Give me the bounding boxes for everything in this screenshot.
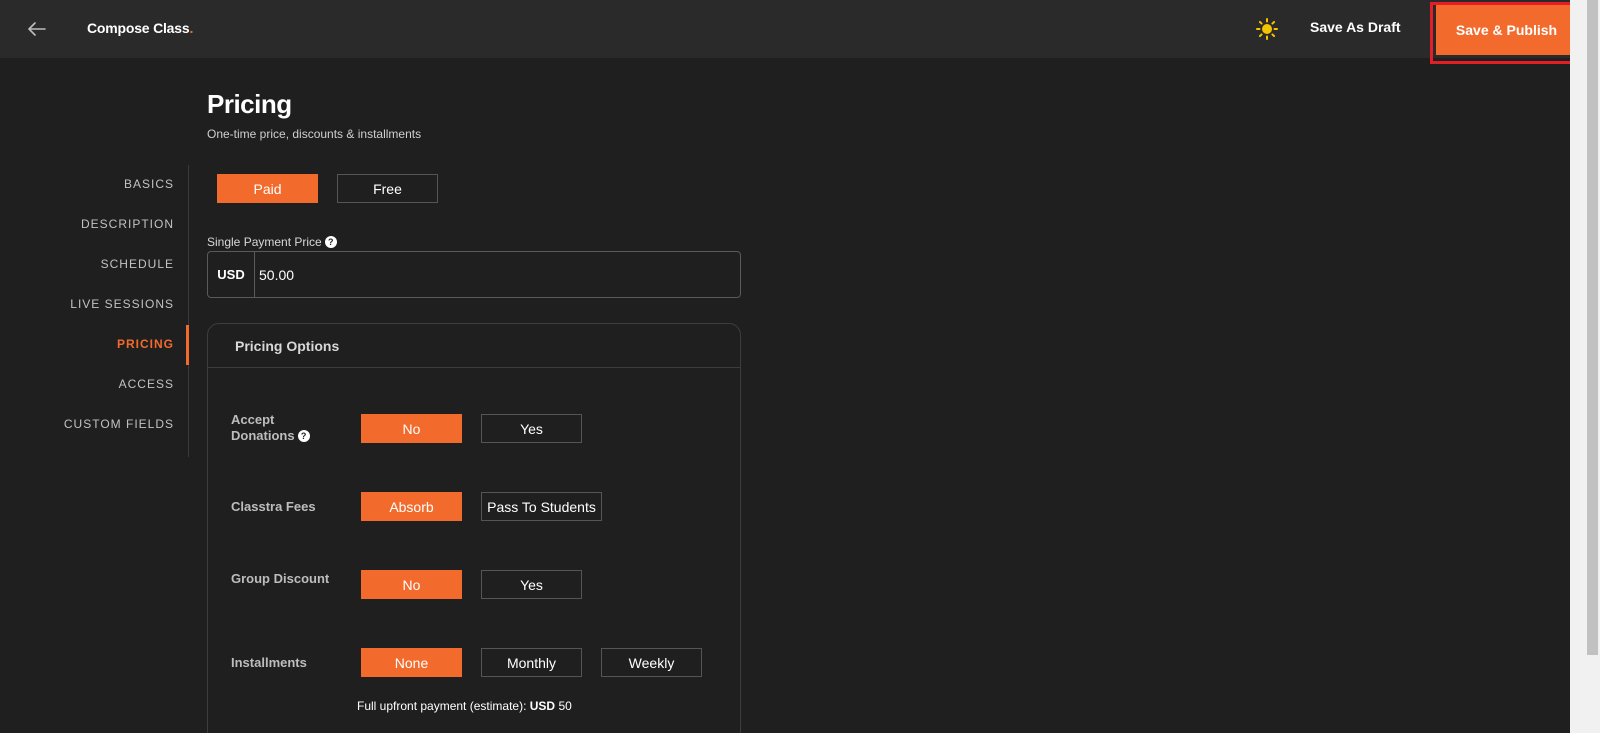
group-discount-no-button[interactable]: No: [361, 570, 462, 599]
donations-no-button[interactable]: No: [361, 414, 462, 443]
estimate-prefix: Full upfront payment (estimate):: [357, 699, 527, 713]
free-button[interactable]: Free: [337, 174, 438, 203]
price-label: Single Payment Price ?: [207, 235, 337, 249]
top-bar: Compose Class. Save As Draft: [0, 0, 1570, 58]
page-subtitle: One-time price, discounts & installments: [207, 127, 422, 141]
installments-label: Installments: [231, 655, 307, 670]
app-title-text: Compose Class: [87, 20, 190, 36]
group-discount-label: Group Discount: [231, 571, 330, 586]
sun-icon: [1256, 18, 1278, 40]
help-icon[interactable]: ?: [324, 236, 337, 248]
donations-label: Accept Donations ?: [231, 412, 310, 444]
nav-item-custom-fields[interactable]: CUSTOM FIELDS: [64, 417, 174, 431]
price-field: USD: [207, 251, 741, 298]
save-publish-button[interactable]: Save & Publish: [1436, 5, 1577, 55]
nav-item-live-sessions[interactable]: LIVE SESSIONS: [70, 297, 174, 311]
installments-none-button[interactable]: None: [361, 648, 462, 677]
donations-label-line2-row: Donations ?: [231, 428, 310, 444]
nav-item-schedule[interactable]: SCHEDULE: [101, 257, 174, 271]
group-discount-yes-button[interactable]: Yes: [481, 570, 582, 599]
fees-label: Classtra Fees: [231, 499, 316, 514]
installments-monthly-button[interactable]: Monthly: [481, 648, 582, 677]
payment-estimate: Full upfront payment (estimate): USD 50: [357, 699, 572, 713]
nav-item-basics[interactable]: BASICS: [124, 177, 174, 191]
section-nav: BASICS DESCRIPTION SCHEDULE LIVE SESSION…: [0, 165, 189, 457]
price-label-text: Single Payment Price: [207, 235, 322, 249]
nav-active-indicator: [186, 325, 189, 365]
donations-label-line1: Accept: [231, 412, 275, 427]
estimate-currency: USD: [529, 699, 556, 713]
pricing-options-header: Pricing Options: [208, 324, 740, 368]
paid-button[interactable]: Paid: [217, 174, 318, 203]
nav-item-description[interactable]: DESCRIPTION: [81, 217, 174, 231]
absorb-fees-button[interactable]: Absorb: [361, 492, 462, 521]
save-draft-button[interactable]: Save As Draft: [1310, 19, 1401, 35]
app-title-dot: .: [189, 20, 194, 36]
scrollbar-thumb[interactable]: [1587, 0, 1598, 655]
page-title: Pricing: [207, 89, 292, 119]
pass-to-students-button[interactable]: Pass To Students: [481, 492, 602, 521]
donations-label-line2: Donations: [231, 428, 295, 443]
arrow-left-icon: [28, 22, 46, 36]
donations-yes-button[interactable]: Yes: [481, 414, 582, 443]
installments-weekly-button[interactable]: Weekly: [601, 648, 702, 677]
estimate-value: 50: [558, 699, 572, 713]
price-input[interactable]: [255, 252, 740, 297]
back-button[interactable]: [24, 16, 50, 42]
currency-label: USD: [208, 252, 255, 297]
theme-toggle-button[interactable]: [1255, 17, 1279, 41]
nav-item-access[interactable]: ACCESS: [119, 377, 174, 391]
nav-item-pricing[interactable]: PRICING: [117, 337, 174, 351]
help-icon[interactable]: ?: [297, 430, 310, 442]
app-title: Compose Class.: [87, 20, 193, 36]
pricing-options-title: Pricing Options: [235, 338, 340, 354]
